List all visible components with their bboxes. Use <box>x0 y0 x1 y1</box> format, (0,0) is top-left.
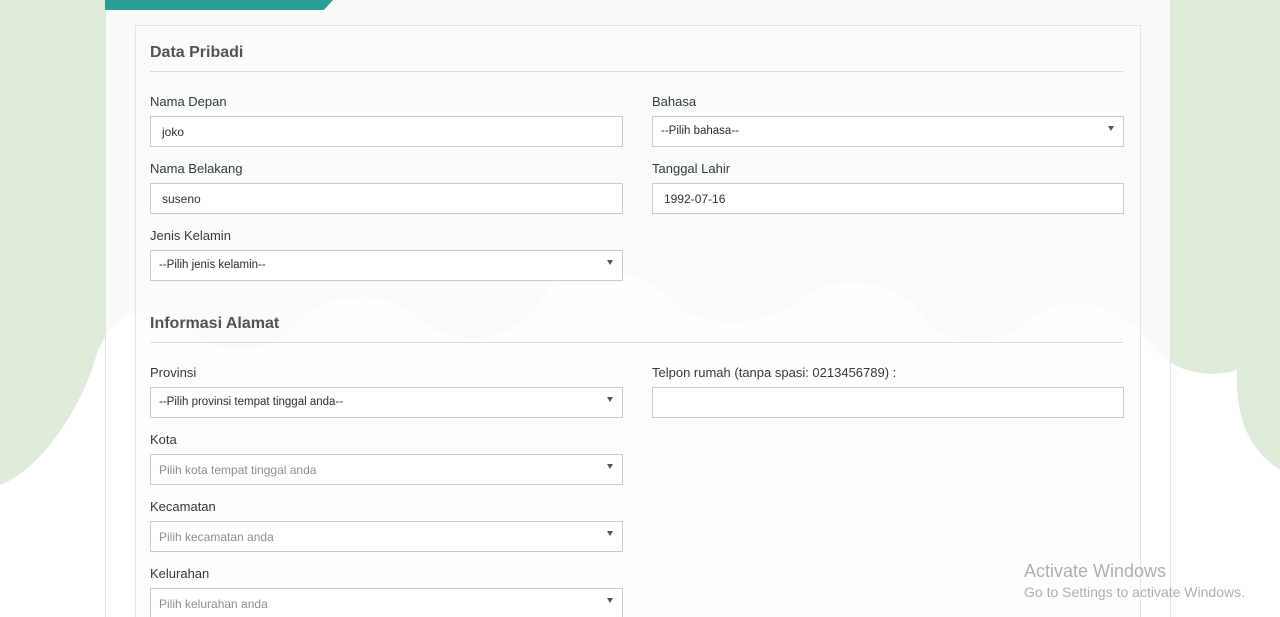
village-select[interactable]: Pilih kelurahan anda <box>150 588 623 617</box>
gender-label: Jenis Kelamin <box>150 228 231 243</box>
chevron-down-icon <box>607 397 613 402</box>
city-select[interactable]: Pilih kota tempat tinggal anda <box>150 454 623 485</box>
language-select[interactable]: --Pilih bahasa-- <box>652 116 1124 147</box>
activate-windows-subtitle: Go to Settings to activate Windows. <box>1024 584 1245 600</box>
birth-date-label: Tanggal Lahir <box>652 161 731 176</box>
first-name-value: joko <box>162 125 185 139</box>
village-placeholder: Pilih kelurahan anda <box>159 597 268 611</box>
province-selected: --Pilih provinsi tempat tinggal anda-- <box>159 396 344 408</box>
first-name-label: Nama Depan <box>150 94 227 109</box>
last-name-value: suseno <box>162 192 201 206</box>
section-divider <box>150 71 1123 72</box>
village-label: Kelurahan <box>150 566 210 581</box>
last-name-field[interactable]: suseno <box>150 183 623 214</box>
district-placeholder: Pilih kecamatan anda <box>159 530 274 544</box>
birth-date-value: 1992-07-16 <box>664 192 726 206</box>
home-phone-field[interactable] <box>652 387 1124 418</box>
header-tab-accent <box>105 0 333 10</box>
chevron-down-icon <box>607 260 613 265</box>
first-name-field[interactable]: joko <box>150 116 623 147</box>
chevron-down-icon <box>607 464 613 469</box>
province-label: Provinsi <box>150 365 197 380</box>
chevron-down-icon <box>1108 126 1114 131</box>
district-select[interactable]: Pilih kecamatan anda <box>150 521 623 552</box>
gender-selected: --Pilih jenis kelamin-- <box>159 259 266 271</box>
gender-select[interactable]: --Pilih jenis kelamin-- <box>150 250 623 281</box>
section-title-address: Informasi Alamat <box>150 315 280 332</box>
section-title-personal: Data Pribadi <box>150 44 244 61</box>
home-phone-label: Telpon rumah (tanpa spasi: 0213456789) : <box>652 365 897 380</box>
chevron-down-icon <box>607 598 613 603</box>
language-selected: --Pilih bahasa-- <box>661 125 739 137</box>
section-divider <box>150 342 1123 343</box>
province-select[interactable]: --Pilih provinsi tempat tinggal anda-- <box>150 387 623 418</box>
chevron-down-icon <box>607 531 613 536</box>
city-label: Kota <box>150 432 177 447</box>
birth-date-field[interactable]: 1992-07-16 <box>652 183 1124 214</box>
city-placeholder: Pilih kota tempat tinggal anda <box>159 463 317 477</box>
language-label: Bahasa <box>652 94 697 109</box>
activate-windows-title: Activate Windows <box>1024 561 1167 581</box>
last-name-label: Nama Belakang <box>150 161 243 176</box>
district-label: Kecamatan <box>150 499 216 514</box>
